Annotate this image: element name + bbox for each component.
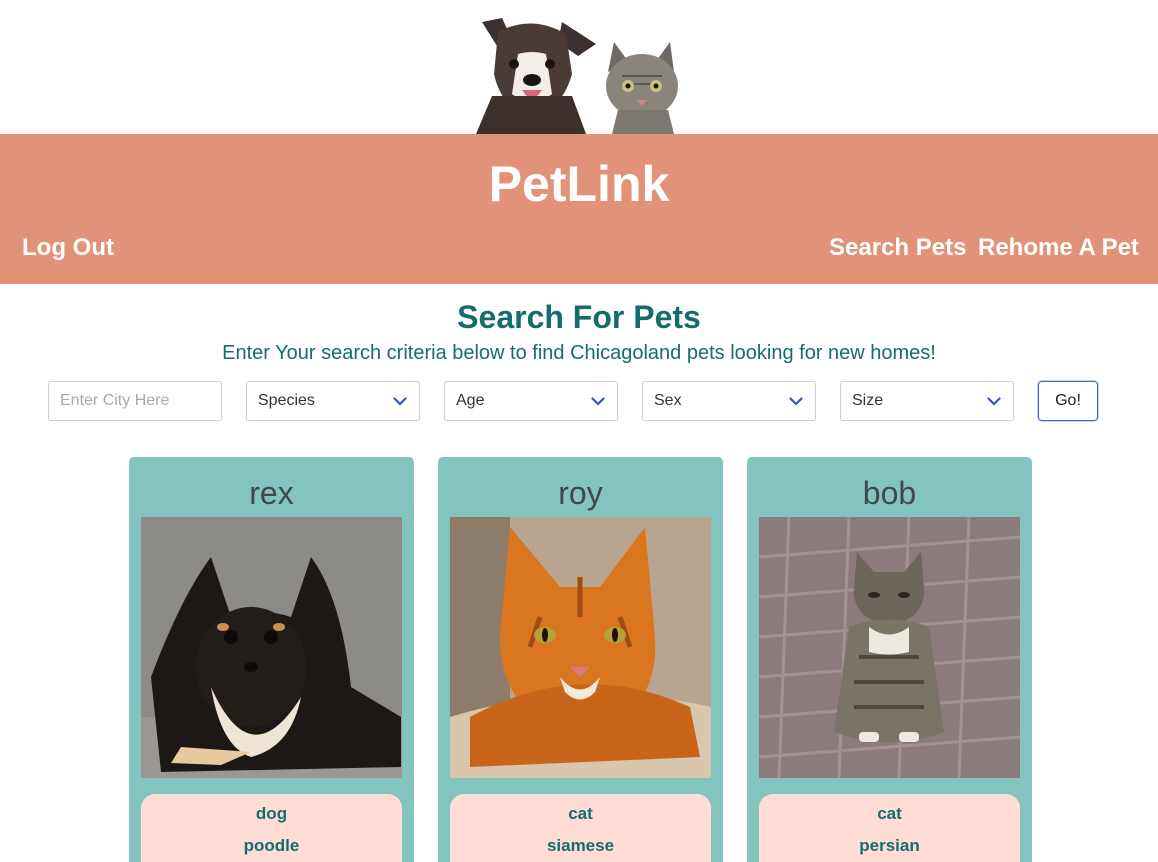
city-input[interactable] [48, 381, 222, 421]
chevron-down-icon [789, 396, 803, 406]
pet-photo [141, 517, 402, 778]
pet-breed: poodle [243, 836, 300, 855]
size-select-label: Size [852, 392, 884, 409]
pet-name: bob [862, 475, 917, 511]
pet-info: cat persian [759, 794, 1020, 862]
chevron-down-icon [591, 396, 605, 406]
dog-and-cat-hero-image [476, 18, 678, 134]
sex-select[interactable]: Sex [642, 381, 816, 421]
logout-link[interactable]: Log Out [22, 234, 114, 262]
pet-photo [759, 517, 1020, 778]
pet-name: roy [558, 475, 603, 511]
sex-select-label: Sex [654, 392, 682, 409]
chevron-down-icon [987, 396, 1001, 406]
page-subtitle: Enter Your search criteria below to find… [222, 342, 936, 364]
species-select[interactable]: Species [246, 381, 420, 421]
page-title: Search For Pets [457, 299, 701, 335]
pet-breed: siamese [546, 836, 615, 855]
pet-info: dog poodle [141, 794, 402, 862]
pet-photo [450, 517, 711, 778]
pet-info: cat siamese [450, 794, 711, 862]
pet-breed: persian [859, 836, 920, 855]
nav-search-pets[interactable]: Search Pets [829, 234, 966, 262]
age-select-label: Age [456, 392, 485, 409]
pet-card[interactable]: roy cat siamese [438, 457, 723, 862]
brand-title: PetLink [488, 156, 670, 212]
species-select-label: Species [258, 392, 315, 409]
pet-name: rex [249, 475, 294, 511]
age-select[interactable]: Age [444, 381, 618, 421]
size-select[interactable]: Size [840, 381, 1014, 421]
go-button[interactable]: Go! [1038, 381, 1098, 421]
pet-species: cat [568, 804, 593, 823]
nav-rehome-a-pet[interactable]: Rehome A Pet [978, 234, 1139, 262]
pet-species: cat [877, 804, 902, 823]
pet-card[interactable]: bob cat persian [747, 457, 1032, 862]
pet-card[interactable]: rex dog poodle [129, 457, 414, 862]
chevron-down-icon [393, 396, 407, 406]
pet-species: dog [255, 804, 288, 823]
